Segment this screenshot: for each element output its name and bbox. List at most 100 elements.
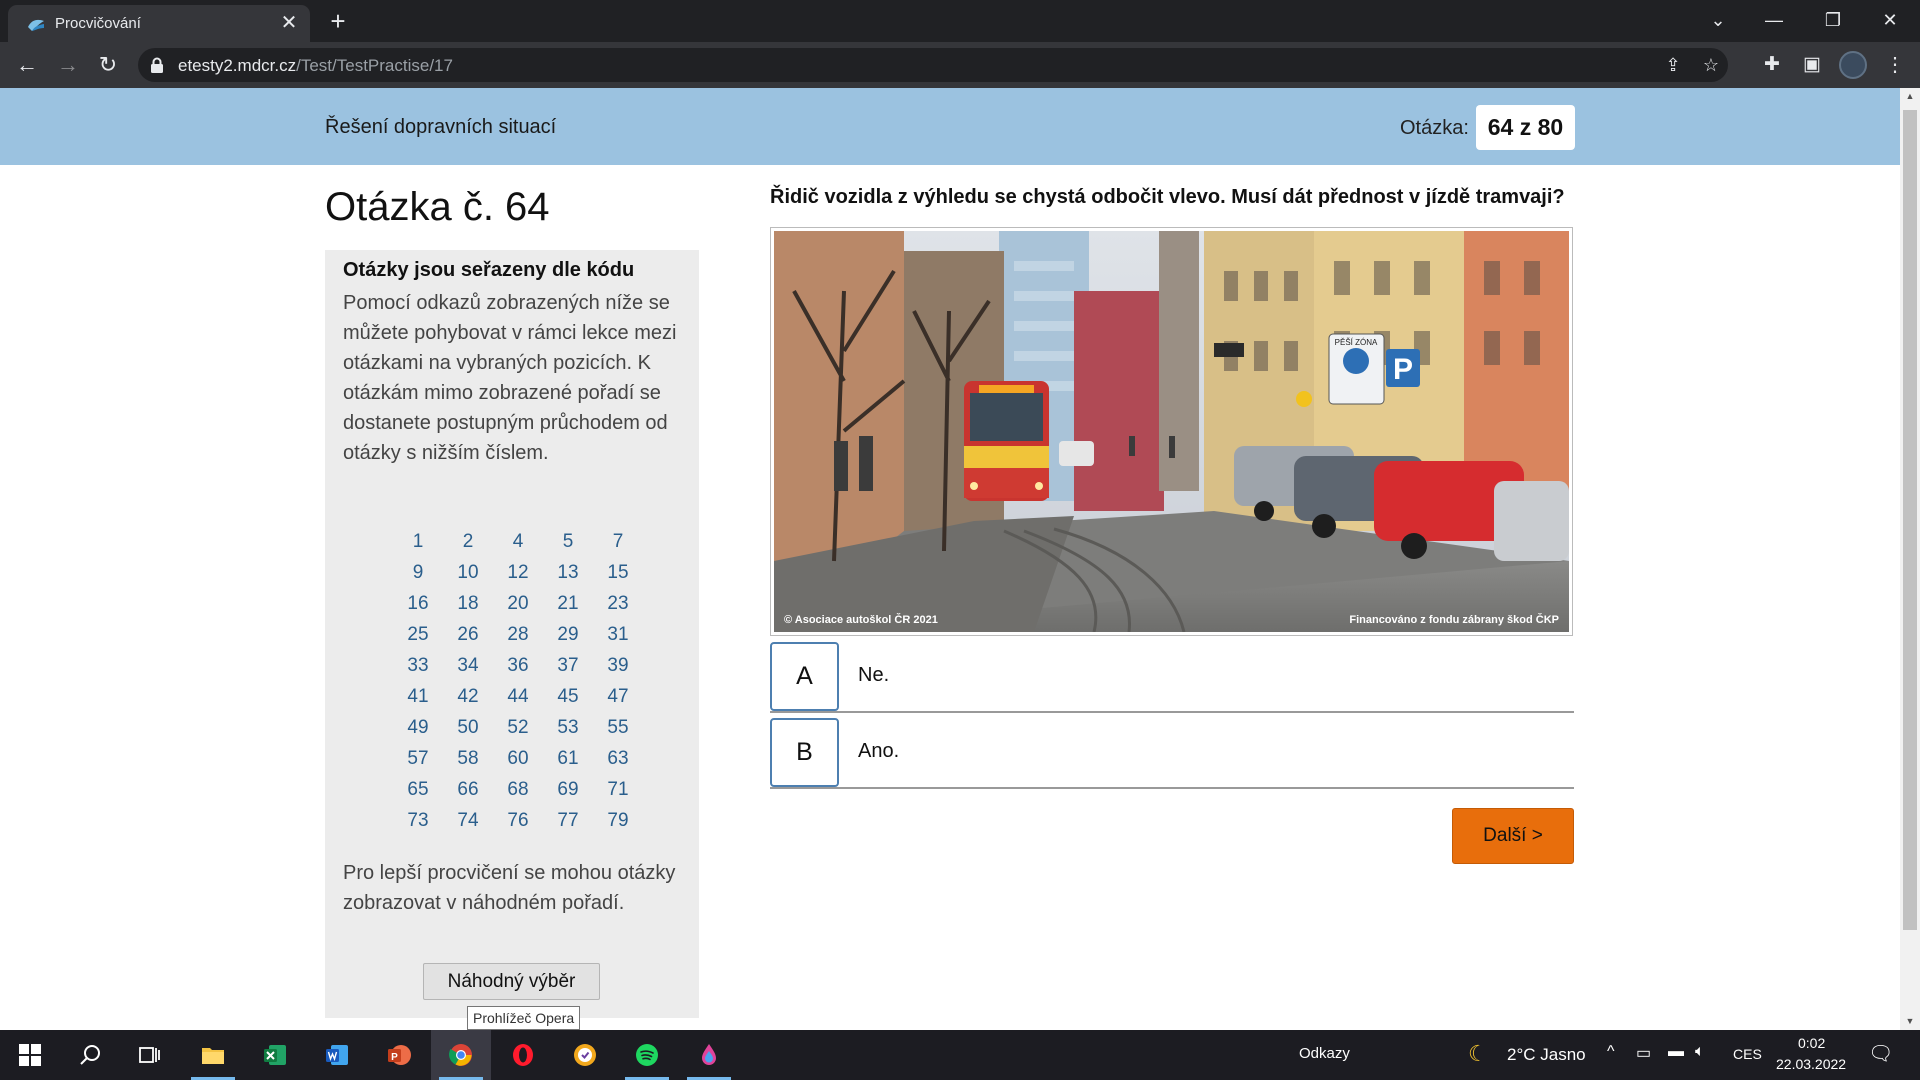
question-link[interactable]: 65	[393, 774, 443, 805]
links-toolbar-label[interactable]: Odkazy	[1299, 1045, 1350, 1062]
extensions-icon[interactable]: ✚	[1760, 53, 1784, 77]
question-link[interactable]: 16	[393, 588, 443, 619]
question-link[interactable]: 79	[593, 805, 643, 836]
question-link[interactable]: 53	[543, 712, 593, 743]
reload-icon[interactable]: ↻	[93, 50, 123, 80]
start-button[interactable]	[0, 1030, 60, 1080]
answer-key-button[interactable]: A	[770, 642, 839, 711]
question-link[interactable]: 7	[593, 526, 643, 557]
vpn-app[interactable]	[555, 1030, 615, 1080]
question-link[interactable]: 33	[393, 650, 443, 681]
question-link[interactable]: 47	[593, 681, 643, 712]
powerpoint-app[interactable]: P	[369, 1030, 429, 1080]
question-link[interactable]: 13	[543, 557, 593, 588]
language-indicator[interactable]: CES	[1733, 1046, 1762, 1062]
question-link[interactable]: 1	[393, 526, 443, 557]
question-link[interactable]: 41	[393, 681, 443, 712]
question-link[interactable]: 44	[493, 681, 543, 712]
scroll-thumb[interactable]	[1903, 110, 1917, 930]
bookmark-star-icon[interactable]: ☆	[1700, 54, 1722, 76]
volume-icon[interactable]: 🔈︎	[1695, 1043, 1705, 1061]
question-link[interactable]: 18	[443, 588, 493, 619]
answer-key-button[interactable]: B	[770, 718, 839, 787]
question-link[interactable]: 21	[543, 588, 593, 619]
restore-icon[interactable]: ❐	[1805, 0, 1861, 40]
question-link[interactable]: 76	[493, 805, 543, 836]
question-link[interactable]: 20	[493, 588, 543, 619]
question-link[interactable]: 66	[443, 774, 493, 805]
answer-option[interactable]: A Ne.	[770, 640, 1574, 713]
question-link[interactable]: 52	[493, 712, 543, 743]
answer-option[interactable]: B Ano.	[770, 716, 1574, 789]
network-icon[interactable]: ▭	[1636, 1043, 1651, 1063]
question-link[interactable]: 15	[593, 557, 643, 588]
forward-icon[interactable]: →	[53, 50, 83, 80]
opera-app[interactable]	[493, 1030, 553, 1080]
question-link[interactable]: 49	[393, 712, 443, 743]
question-link[interactable]: 25	[393, 619, 443, 650]
color-picker-app[interactable]	[679, 1030, 739, 1080]
random-selection-button[interactable]: Náhodný výběr	[423, 963, 600, 1000]
share-icon[interactable]: ⇪	[1662, 54, 1684, 76]
file-explorer-app[interactable]	[183, 1030, 243, 1080]
question-link[interactable]: 68	[493, 774, 543, 805]
question-link[interactable]: 57	[393, 743, 443, 774]
question-link[interactable]: 71	[593, 774, 643, 805]
profile-avatar[interactable]	[1839, 51, 1867, 79]
show-hidden-icons-icon[interactable]: ^	[1607, 1043, 1615, 1061]
question-link[interactable]: 31	[593, 619, 643, 650]
question-link[interactable]: 74	[443, 805, 493, 836]
question-link[interactable]: 34	[443, 650, 493, 681]
question-link[interactable]: 55	[593, 712, 643, 743]
task-view-button[interactable]	[120, 1030, 180, 1080]
question-link[interactable]: 63	[593, 743, 643, 774]
close-window-icon[interactable]: ✕	[1862, 0, 1918, 40]
question-link[interactable]: 12	[493, 557, 543, 588]
question-link[interactable]: 28	[493, 619, 543, 650]
scroll-up-icon[interactable]: ▲	[1900, 88, 1920, 105]
question-link[interactable]: 73	[393, 805, 443, 836]
search-button[interactable]	[60, 1030, 120, 1080]
question-link[interactable]: 77	[543, 805, 593, 836]
excel-app[interactable]	[245, 1030, 305, 1080]
chrome-app[interactable]	[431, 1030, 491, 1080]
question-link[interactable]: 45	[543, 681, 593, 712]
tab-close-icon[interactable]: ✕	[278, 12, 300, 34]
question-link[interactable]: 29	[543, 619, 593, 650]
question-link[interactable]: 69	[543, 774, 593, 805]
question-link[interactable]: 58	[443, 743, 493, 774]
address-bar[interactable]: etesty2.mdcr.cz/Test/TestPractise/17 ⇪ ☆	[138, 48, 1728, 82]
question-link[interactable]: 2	[443, 526, 493, 557]
word-app[interactable]	[307, 1030, 367, 1080]
browser-tab[interactable]: Procvičování ✕	[8, 5, 310, 42]
next-button[interactable]: Další >	[1452, 808, 1574, 864]
question-link[interactable]: 61	[543, 743, 593, 774]
question-link[interactable]: 26	[443, 619, 493, 650]
minimize-icon[interactable]: —	[1746, 0, 1802, 40]
weather-widget[interactable]: 2°C Jasno	[1507, 1045, 1586, 1065]
clock-date[interactable]: 22.03.2022	[1776, 1056, 1846, 1072]
question-link[interactable]: 37	[543, 650, 593, 681]
question-link[interactable]: 9	[393, 557, 443, 588]
new-tab-button[interactable]: +	[324, 7, 352, 35]
back-icon[interactable]: ←	[12, 50, 42, 80]
question-link[interactable]: 36	[493, 650, 543, 681]
battery-icon[interactable]: ▬	[1668, 1043, 1684, 1061]
clock-time[interactable]: 0:02	[1798, 1035, 1825, 1051]
question-link[interactable]: 50	[443, 712, 493, 743]
question-link[interactable]: 10	[443, 557, 493, 588]
browser-menu-icon[interactable]: ⋮	[1885, 52, 1905, 78]
side-panel-icon[interactable]: ▣	[1800, 53, 1824, 77]
question-link[interactable]: 23	[593, 588, 643, 619]
notifications-icon[interactable]: 🗨︎	[1868, 1041, 1893, 1066]
question-link[interactable]: 5	[543, 526, 593, 557]
scroll-down-icon[interactable]: ▼	[1900, 1013, 1920, 1030]
tab-search-icon[interactable]: ⌄	[1690, 0, 1746, 40]
question-counter: 64 z 80	[1476, 105, 1575, 150]
page-scrollbar[interactable]: ▲ ▼	[1900, 88, 1920, 1030]
question-link[interactable]: 39	[593, 650, 643, 681]
spotify-app[interactable]	[617, 1030, 677, 1080]
question-link[interactable]: 42	[443, 681, 493, 712]
question-link[interactable]: 60	[493, 743, 543, 774]
question-link[interactable]: 4	[493, 526, 543, 557]
